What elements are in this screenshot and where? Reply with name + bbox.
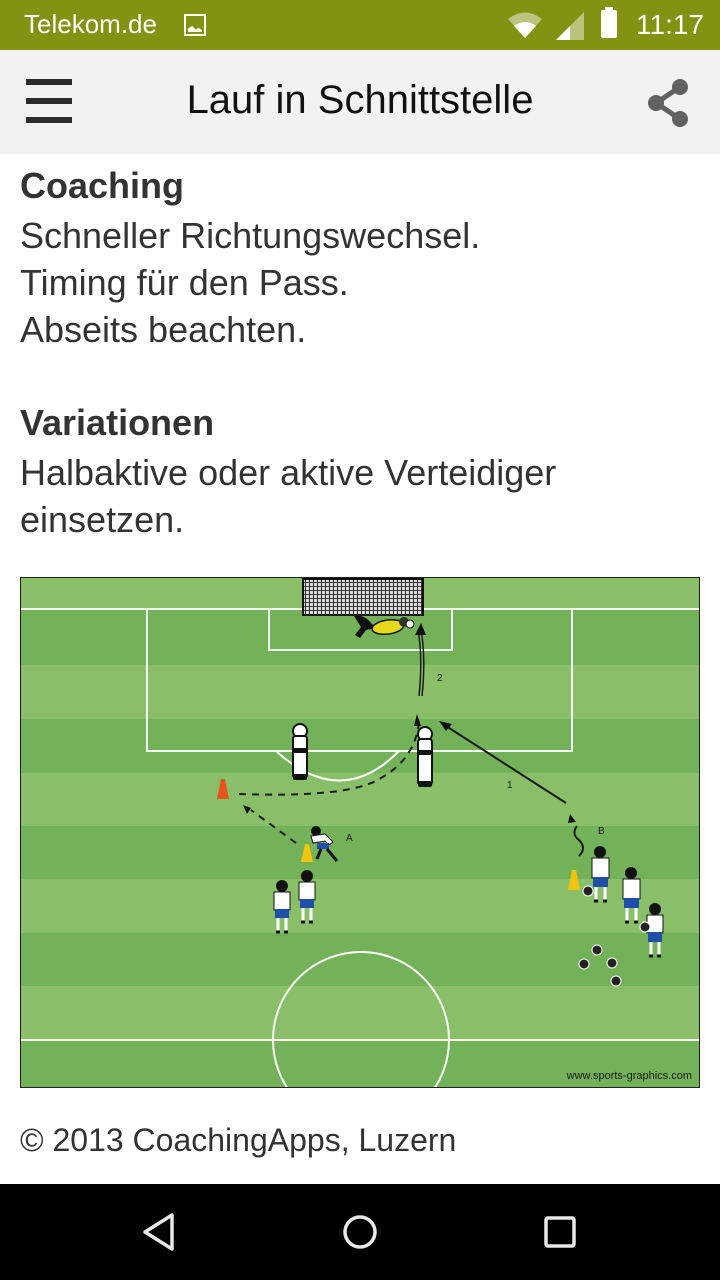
home-icon[interactable]: [336, 1208, 384, 1256]
variations-section: Variationen Halbaktive oder aktive Verte…: [20, 397, 700, 543]
status-bar: Telekom.de 11:17: [0, 0, 720, 50]
pass-label-1: 1: [507, 780, 513, 791]
page-title: Lauf in Schnittstelle: [186, 78, 534, 122]
dummy-right: [417, 726, 433, 787]
section-heading-coaching: Coaching: [20, 165, 185, 206]
variation-line: einsetzen.: [20, 499, 185, 540]
carrier-name: Telekom.de: [24, 9, 157, 39]
goal-net: [302, 578, 424, 616]
ball: [582, 885, 594, 897]
copyright-text: © 2013 CoachingApps, Luzern: [20, 1122, 457, 1158]
section-heading-variations: Variationen: [20, 402, 215, 443]
ball: [606, 957, 618, 969]
ball: [610, 975, 622, 987]
clock: 11:17: [636, 9, 704, 40]
ball: [578, 958, 590, 970]
system-nav-bar: [0, 1184, 720, 1280]
wifi-icon: [508, 12, 542, 38]
battery-icon: [601, 7, 617, 38]
app-bar: Lauf in Schnittstelle: [0, 50, 720, 154]
coaching-line: Abseits beachten.: [20, 309, 307, 350]
coaching-line: Timing für den Pass.: [20, 262, 349, 303]
back-icon[interactable]: [136, 1208, 184, 1256]
coaching-line: Schneller Richtungswechsel.: [20, 215, 481, 256]
recents-icon[interactable]: [536, 1208, 584, 1256]
group-label-b: B: [598, 826, 605, 837]
pitch-svg: 2 1 A B www.sports-graphics.com: [21, 578, 699, 1087]
ball: [639, 921, 651, 933]
watermark: www.sports-graphics.com: [566, 1070, 692, 1082]
pass-label-2: 2: [437, 673, 443, 684]
coaching-section: Coaching Schneller Richtungswechsel. Tim…: [20, 160, 700, 353]
image-notification-icon: [184, 14, 206, 36]
drill-diagram: 2 1 A B www.sports-graphics.com: [20, 577, 700, 1088]
dummy-left: [292, 723, 308, 780]
signal-icon: [556, 12, 584, 40]
variation-line: Halbaktive oder aktive Verteidiger: [20, 452, 557, 493]
ball: [591, 944, 603, 956]
group-label-a: A: [346, 833, 353, 844]
share-icon[interactable]: [644, 78, 692, 128]
drill-description: Coaching Schneller Richtungswechsel. Tim…: [20, 160, 700, 543]
